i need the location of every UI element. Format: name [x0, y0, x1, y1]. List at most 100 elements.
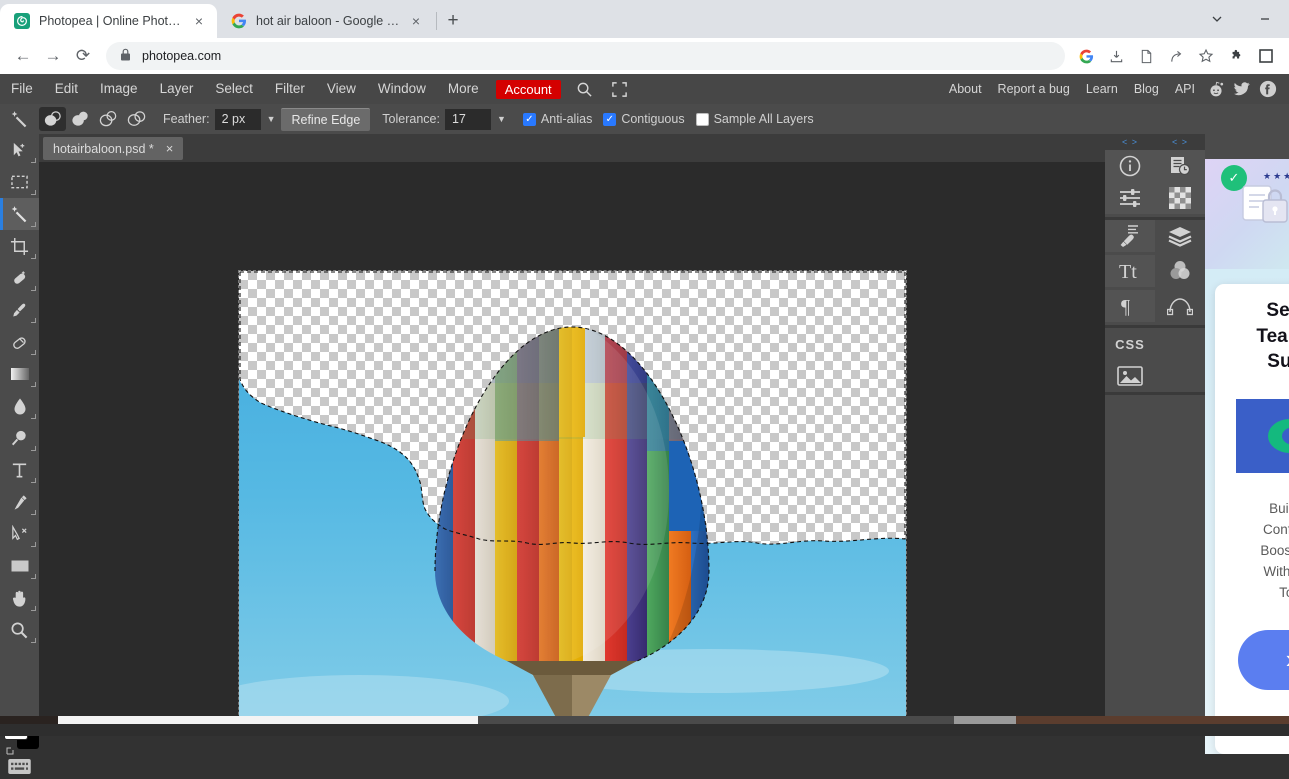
taskbar-window-3[interactable]	[954, 716, 1016, 724]
reload-button[interactable]: ⟳	[68, 41, 98, 71]
contiguous-checkbox[interactable]: ✓ Contiguous	[603, 112, 685, 126]
feather-label: Feather:	[163, 112, 210, 126]
url-text: photopea.com	[142, 49, 222, 63]
adjustments-icon[interactable]	[1105, 182, 1155, 214]
keyboard-icon[interactable]	[8, 759, 31, 779]
reddit-icon[interactable]	[1203, 74, 1229, 104]
browser-toolbar: ← → ⟳ photopea.com	[0, 38, 1289, 74]
ad-body-line-4: With Gra	[1263, 563, 1289, 579]
taskbar-window-1[interactable]	[58, 716, 478, 724]
selection-mode-intersect[interactable]	[123, 107, 150, 131]
chevron-down-icon[interactable]	[1193, 3, 1241, 35]
hand-tool[interactable]	[0, 582, 39, 614]
link-blog[interactable]: Blog	[1126, 74, 1167, 104]
eraser-tool[interactable]	[0, 326, 39, 358]
menu-file[interactable]: File	[0, 74, 44, 104]
account-button[interactable]: Account	[495, 79, 561, 99]
search-icon[interactable]	[567, 81, 602, 98]
panel-collapse-left[interactable]: < >	[1105, 134, 1155, 150]
magic-wand-tool[interactable]	[0, 198, 39, 230]
spot-healing-brush-tool[interactable]	[0, 262, 39, 294]
photopea-favicon-icon	[14, 13, 30, 29]
tab-close-icon[interactable]: ×	[192, 13, 206, 29]
menu-view[interactable]: View	[316, 74, 367, 104]
new-tab-button[interactable]: +	[439, 7, 467, 35]
history-icon[interactable]	[1155, 150, 1205, 182]
menu-edit[interactable]: Edit	[44, 74, 89, 104]
advertisement-panel[interactable]: ✓ ✓ ★★★ Set Y Team U Succ Build T	[1205, 159, 1289, 754]
menu-image[interactable]: Image	[89, 74, 149, 104]
shape-tool[interactable]	[0, 550, 39, 582]
document-icon[interactable]	[1131, 41, 1161, 71]
gradient-tool[interactable]	[0, 358, 39, 390]
selection-mode-new[interactable]	[39, 107, 66, 131]
blur-tool[interactable]	[0, 390, 39, 422]
info-icon[interactable]	[1105, 150, 1155, 182]
sample-all-layers-checkbox[interactable]: Sample All Layers	[695, 112, 814, 126]
layers-icon[interactable]	[1155, 220, 1205, 252]
browser-tab-photopea[interactable]: Photopea | Online Photo Editor ×	[0, 4, 217, 38]
panel-collapse-right[interactable]: < >	[1155, 134, 1205, 150]
document-lock-illustration-icon	[1242, 185, 1288, 223]
menu-window[interactable]: Window	[367, 74, 437, 104]
link-about[interactable]: About	[941, 74, 990, 104]
twitter-icon[interactable]	[1229, 74, 1255, 104]
feather-input[interactable]: 2 px	[214, 108, 261, 130]
tab-close-icon[interactable]: ×	[409, 13, 423, 29]
anti-alias-checkbox[interactable]: ✓ Anti-alias	[522, 112, 592, 126]
crop-tool[interactable]	[0, 230, 39, 262]
selection-mode-add[interactable]	[67, 107, 94, 131]
taskbar-window-2[interactable]	[478, 716, 954, 724]
link-api[interactable]: API	[1167, 74, 1203, 104]
extensions-icon[interactable]	[1221, 41, 1251, 71]
share-icon[interactable]	[1161, 41, 1191, 71]
css-icon[interactable]: CSS	[1105, 328, 1155, 360]
dodge-tool[interactable]	[0, 422, 39, 454]
image-icon[interactable]	[1105, 360, 1155, 392]
fullscreen-icon[interactable]	[602, 81, 637, 98]
pattern-icon[interactable]	[1155, 182, 1205, 214]
type-tool[interactable]	[0, 454, 39, 486]
menu-layer[interactable]: Layer	[149, 74, 205, 104]
document-tab-label: hotairbaloon.psd *	[53, 141, 154, 156]
brush-tool[interactable]	[0, 294, 39, 326]
minimize-icon[interactable]	[1241, 3, 1289, 35]
menu-filter[interactable]: Filter	[264, 74, 316, 104]
color-wheel-icon[interactable]	[1155, 255, 1205, 287]
document-close-icon[interactable]: ×	[166, 141, 174, 156]
move-tool[interactable]	[0, 134, 39, 166]
paths-icon[interactable]	[1155, 290, 1205, 322]
image-canvas[interactable]	[239, 271, 906, 724]
selection-mode-subtract[interactable]	[95, 107, 122, 131]
google-icon[interactable]	[1071, 41, 1101, 71]
canvas-area[interactable]	[39, 162, 1105, 724]
rectangular-marquee-tool[interactable]	[0, 166, 39, 198]
link-learn[interactable]: Learn	[1078, 74, 1126, 104]
zoom-tool[interactable]	[0, 614, 39, 646]
facebook-icon[interactable]	[1255, 74, 1281, 104]
install-icon[interactable]	[1101, 41, 1131, 71]
menu-select[interactable]: Select	[204, 74, 264, 104]
brush-settings-icon[interactable]	[1105, 220, 1155, 252]
forward-button[interactable]: →	[38, 41, 68, 71]
ad-cta-button[interactable]: ›	[1238, 629, 1289, 690]
taskbar-window-4[interactable]	[1016, 716, 1289, 724]
document-tab[interactable]: hotairbaloon.psd * ×	[43, 137, 184, 160]
tolerance-dropdown-icon[interactable]: ▼	[497, 114, 506, 124]
ad-title-line-2: Team U	[1256, 325, 1289, 347]
link-report-a-bug[interactable]: Report a bug	[990, 74, 1078, 104]
profile-icon[interactable]	[1251, 41, 1281, 71]
path-selection-tool[interactable]	[0, 518, 39, 550]
browser-tab-google-search[interactable]: hot air baloon - Google Search ×	[217, 4, 434, 38]
swap-colors-icon[interactable]	[5, 745, 17, 759]
tolerance-input[interactable]: 17	[444, 108, 491, 130]
pen-tool[interactable]	[0, 486, 39, 518]
bookmark-star-icon[interactable]	[1191, 41, 1221, 71]
character-icon[interactable]: Tt	[1105, 255, 1155, 287]
feather-dropdown-icon[interactable]: ▼	[267, 114, 276, 124]
refine-edge-button[interactable]: Refine Edge	[281, 107, 371, 131]
menu-more[interactable]: More	[437, 74, 490, 104]
address-bar[interactable]: photopea.com	[106, 42, 1065, 70]
paragraph-icon[interactable]: ¶	[1105, 290, 1155, 322]
back-button[interactable]: ←	[8, 41, 38, 71]
